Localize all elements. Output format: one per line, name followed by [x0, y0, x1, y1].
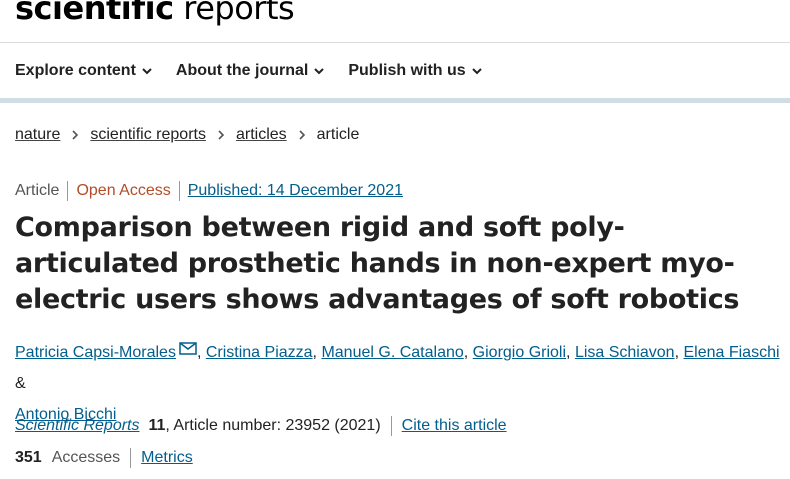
- breadcrumb-current: article: [316, 126, 360, 143]
- author-and: &: [15, 375, 26, 392]
- meta-divider: [178, 181, 180, 201]
- article-meta: Article Open Access Published: 14 Decemb…: [15, 180, 403, 202]
- article-number: , Article number: 23952 (2021): [165, 417, 381, 434]
- nav-band: [0, 98, 790, 103]
- mail-icon[interactable]: [179, 342, 197, 355]
- article-title: Comparison between rigid and soft poly-a…: [15, 212, 740, 315]
- chevron-down-icon: [314, 68, 325, 75]
- metrics-line: 351 Accesses Metrics: [15, 447, 193, 469]
- author-link[interactable]: Elena Fiaschi: [683, 344, 779, 361]
- accesses-count: 351: [15, 449, 42, 466]
- article-type: Article: [15, 182, 60, 199]
- open-access-label: Open Access: [76, 182, 171, 199]
- author-link[interactable]: Cristina Piazza: [206, 344, 313, 361]
- chevron-down-icon: [471, 68, 482, 75]
- author-separator: ,: [312, 344, 317, 361]
- author-link[interactable]: Giorgio Grioli: [473, 344, 566, 361]
- accesses-label: Accesses: [51, 449, 121, 466]
- nav-publish-with-us[interactable]: Publish with us: [348, 62, 483, 80]
- nav-explore-content[interactable]: Explore content: [15, 62, 154, 80]
- author-separator: ,: [463, 344, 469, 361]
- metrics-divider: [130, 448, 132, 468]
- author-separator: ,: [566, 344, 571, 361]
- header-divider: [0, 42, 790, 43]
- cite-this-article-link[interactable]: Cite this article: [402, 417, 507, 435]
- citation-divider: [390, 416, 392, 436]
- author-link[interactable]: Patricia Capsi-Morales: [15, 344, 176, 361]
- published-date-link[interactable]: Published: 14 December 2021: [188, 182, 403, 200]
- logo-light-text: reports: [183, 0, 295, 27]
- citation-line: Scientific Reports 11 , Article number: …: [15, 415, 507, 437]
- chevron-down-icon: [142, 68, 152, 75]
- meta-divider: [67, 181, 69, 201]
- breadcrumb: nature scientific reports articles artic…: [15, 124, 359, 146]
- volume-number: 11: [148, 417, 166, 434]
- author-link[interactable]: Manuel G. Catalano: [321, 344, 463, 361]
- author-separator: ,: [196, 344, 202, 361]
- main-nav: Explore content About the journal Publis…: [15, 58, 506, 84]
- author-link[interactable]: Lisa Schiavon: [575, 344, 675, 361]
- chevron-right-icon: [299, 130, 305, 140]
- metrics-link[interactable]: Metrics: [141, 449, 193, 467]
- nav-item-label: Explore content: [15, 62, 136, 79]
- breadcrumb-scientific-reports[interactable]: scientific reports: [90, 126, 206, 144]
- nav-item-label: Publish with us: [348, 62, 466, 79]
- breadcrumb-articles[interactable]: articles: [236, 126, 287, 144]
- journal-link[interactable]: Scientific Reports: [15, 417, 140, 435]
- journal-logo[interactable]: scientific reports: [15, 0, 295, 32]
- nav-item-label: About the journal: [175, 62, 309, 79]
- author-separator: ,: [674, 344, 680, 361]
- nav-about-journal[interactable]: About the journal: [176, 62, 326, 80]
- breadcrumb-nature[interactable]: nature: [15, 126, 60, 144]
- logo-bold-text: scientific: [15, 0, 174, 27]
- chevron-right-icon: [72, 130, 79, 140]
- chevron-right-icon: [218, 130, 225, 140]
